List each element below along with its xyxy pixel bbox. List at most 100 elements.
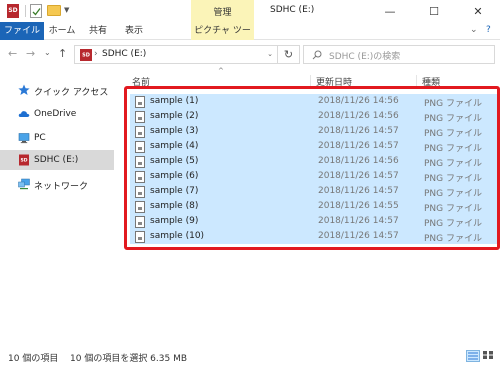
selection-info: 10 個の項目を選択 6.35 MB	[70, 354, 188, 364]
column-divider[interactable]	[310, 75, 311, 89]
column-header-date[interactable]: 更新日時	[316, 75, 352, 89]
recent-locations-icon[interactable]: ⌄	[44, 48, 51, 57]
file-type: PNG ファイル	[424, 234, 482, 244]
breadcrumb-separator-icon[interactable]: ›	[94, 49, 98, 59]
file-type: PNG ファイル	[424, 144, 482, 154]
forward-arrow-icon[interactable]: →	[26, 47, 35, 60]
image-file-icon	[135, 201, 145, 213]
list-item[interactable]: sample (1) 2018/11/26 14:56 PNG ファイル	[130, 94, 498, 109]
quick-access-divider	[25, 5, 26, 17]
window-title: SDHC (E:)	[270, 5, 315, 15]
cloud-icon	[18, 108, 30, 120]
tab-share[interactable]: 共有	[80, 22, 116, 40]
svg-text:SD: SD	[8, 7, 17, 14]
sidebar-item-onedrive[interactable]: OneDrive	[0, 104, 114, 124]
tab-home[interactable]: ホーム	[44, 22, 80, 40]
sidebar-item-quick-access[interactable]: クイック アクセス	[0, 80, 114, 100]
address-dropdown-icon[interactable]: ⌄	[267, 50, 273, 58]
sidebar-item-label: SDHC (E:)	[34, 155, 79, 165]
tab-file[interactable]: ファイル	[0, 22, 44, 40]
file-name: sample (10)	[150, 231, 205, 241]
svg-text:SD: SD	[21, 158, 28, 164]
list-item[interactable]: sample (8) 2018/11/26 14:55 PNG ファイル	[130, 199, 498, 214]
list-item[interactable]: sample (4) 2018/11/26 14:57 PNG ファイル	[130, 139, 498, 154]
properties-icon[interactable]	[30, 4, 42, 18]
list-item[interactable]: sample (10) 2018/11/26 14:57 PNG ファイル	[130, 229, 498, 244]
file-name: sample (7)	[150, 186, 199, 196]
column-header-name[interactable]: 名前	[132, 75, 150, 89]
minimize-button[interactable]: —	[368, 0, 412, 22]
file-type: PNG ファイル	[424, 189, 482, 199]
ribbon-expand-icon[interactable]: ⌄	[470, 25, 478, 35]
network-icon	[18, 178, 30, 190]
back-arrow-icon[interactable]: ←	[8, 47, 17, 60]
file-date: 2018/11/26 14:55	[318, 201, 399, 211]
refresh-button[interactable]: ↻	[277, 45, 299, 64]
file-type: PNG ファイル	[424, 114, 482, 124]
list-item[interactable]: sample (2) 2018/11/26 14:56 PNG ファイル	[130, 109, 498, 124]
close-button[interactable]: ✕	[456, 0, 500, 22]
file-list: ^ 名前 更新日時 種類 sample (1) 2018/11/26 14:56…	[122, 67, 500, 347]
breadcrumb[interactable]: SDHC (E:)	[102, 49, 146, 59]
file-date: 2018/11/26 14:56	[318, 111, 399, 121]
list-item[interactable]: sample (7) 2018/11/26 14:57 PNG ファイル	[130, 184, 498, 199]
file-date: 2018/11/26 14:56	[318, 96, 399, 106]
image-file-icon	[135, 96, 145, 108]
file-date: 2018/11/26 14:56	[318, 156, 399, 166]
search-placeholder: SDHC (E:)の検索	[329, 52, 401, 62]
title-bar: SD ▼ 管理 SDHC (E:) — ☐ ✕	[0, 0, 500, 22]
sort-ascending-icon: ^	[218, 67, 224, 75]
maximize-button[interactable]: ☐	[412, 0, 456, 22]
list-item[interactable]: sample (3) 2018/11/26 14:57 PNG ファイル	[130, 124, 498, 139]
search-icon	[312, 50, 322, 60]
tab-view[interactable]: 表示	[116, 22, 152, 40]
sidebar-item-label: ネットワーク	[34, 182, 89, 192]
file-name: sample (8)	[150, 201, 199, 211]
column-header-type[interactable]: 種類	[422, 75, 440, 89]
column-divider[interactable]	[416, 75, 417, 89]
navigation-pane: クイック アクセス OneDrive PC SD SDHC (E:) ネットワー…	[0, 70, 122, 340]
list-item[interactable]: sample (9) 2018/11/26 14:57 PNG ファイル	[130, 214, 498, 229]
list-item[interactable]: sample (5) 2018/11/26 14:56 PNG ファイル	[130, 154, 498, 169]
details-view-icon[interactable]	[466, 350, 480, 362]
tab-picture-tools[interactable]: ピクチャ ツール	[191, 22, 254, 54]
large-icons-view-icon[interactable]	[482, 350, 496, 362]
file-type: PNG ファイル	[424, 129, 482, 139]
image-file-icon	[135, 126, 145, 138]
list-item[interactable]: sample (6) 2018/11/26 14:57 PNG ファイル	[130, 169, 498, 184]
item-count: 10 個の項目	[8, 354, 59, 364]
sidebar-item-sdhc[interactable]: SD SDHC (E:)	[0, 150, 114, 170]
image-file-icon	[135, 231, 145, 243]
star-icon	[18, 84, 30, 96]
quick-access-dropdown-icon[interactable]: ▼	[64, 6, 69, 14]
status-bar: 10 個の項目 10 個の項目を選択 6.35 MB	[0, 346, 500, 366]
computer-icon	[18, 132, 30, 144]
file-date: 2018/11/26 14:57	[318, 186, 399, 196]
context-tab-group-label: 管理	[213, 8, 232, 18]
help-icon[interactable]: ?	[486, 25, 491, 35]
sd-card-icon: SD	[18, 154, 30, 166]
file-date: 2018/11/26 14:57	[318, 141, 399, 151]
file-date: 2018/11/26 14:57	[318, 216, 399, 226]
sd-card-icon: SD	[79, 48, 93, 62]
file-name: sample (5)	[150, 156, 199, 166]
new-folder-icon[interactable]	[47, 5, 61, 16]
file-type: PNG ファイル	[424, 174, 482, 184]
image-file-icon	[135, 111, 145, 123]
file-name: sample (1)	[150, 96, 199, 106]
ribbon-tab-bar: ファイル ホーム 共有 表示 ピクチャ ツール ⌄ ?	[0, 22, 500, 54]
sidebar-item-label: クイック アクセス	[34, 88, 109, 98]
sidebar-item-network[interactable]: ネットワーク	[0, 174, 114, 194]
file-date: 2018/11/26 14:57	[318, 171, 399, 181]
address-bar[interactable]: SD › SDHC (E:) ⌄	[74, 45, 300, 64]
file-type: PNG ファイル	[424, 204, 482, 214]
sd-card-icon[interactable]: SD	[5, 3, 21, 19]
image-file-icon	[135, 186, 145, 198]
file-date: 2018/11/26 14:57	[318, 126, 399, 136]
search-input[interactable]: SDHC (E:)の検索	[303, 45, 495, 64]
image-file-icon	[135, 141, 145, 153]
sidebar-item-label: PC	[34, 133, 46, 143]
file-name: sample (6)	[150, 171, 199, 181]
up-arrow-icon[interactable]: ↑	[58, 47, 67, 60]
sidebar-item-pc[interactable]: PC	[0, 128, 114, 148]
